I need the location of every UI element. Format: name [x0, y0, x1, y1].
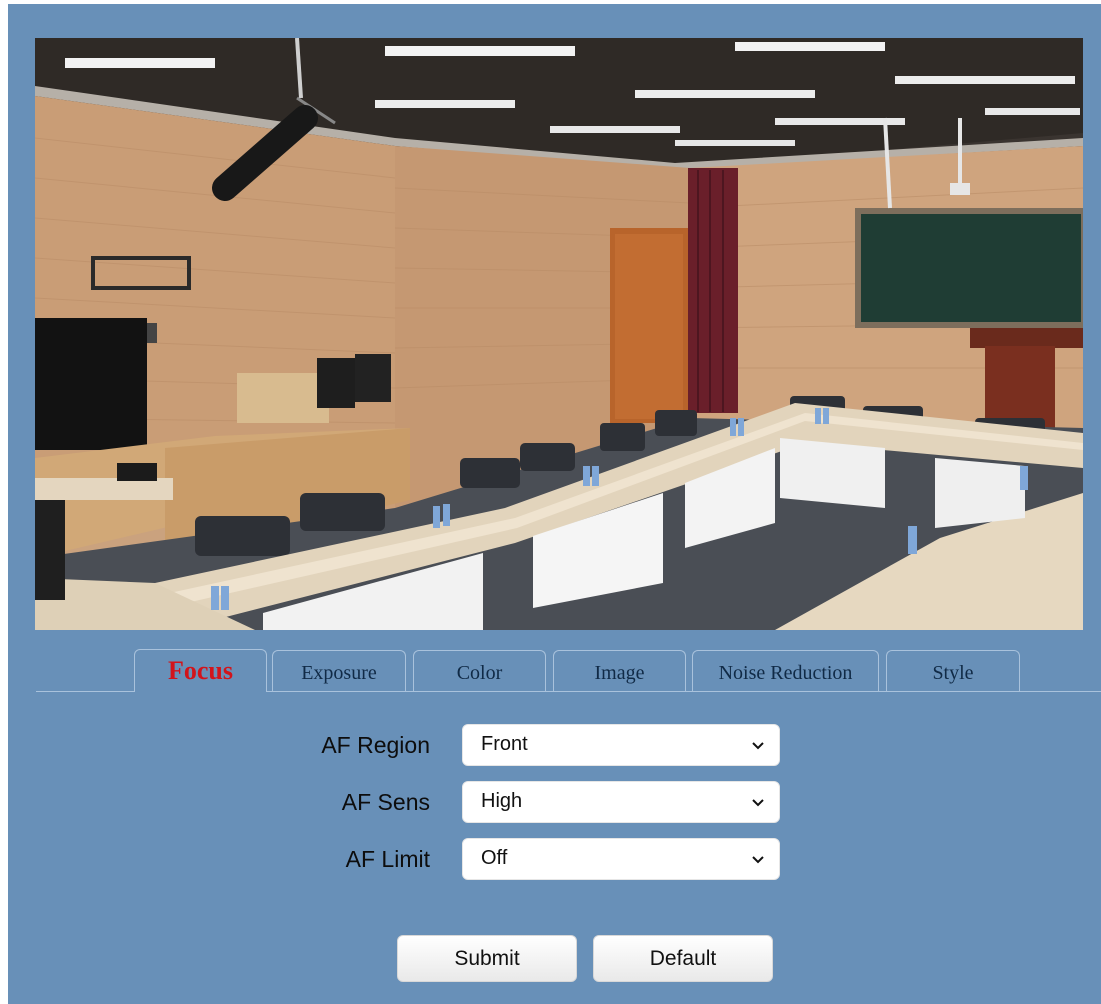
chevron-down-icon — [752, 742, 764, 750]
tab-exposure[interactable]: Exposure — [272, 650, 406, 691]
af-sens-label: AF Sens — [341, 789, 430, 815]
af-sens-select[interactable]: High — [462, 781, 780, 823]
submit-button[interactable]: Submit — [397, 935, 577, 982]
af-region-value: Front — [481, 733, 528, 755]
default-button[interactable]: Default — [593, 935, 773, 982]
tab-focus[interactable]: Focus — [134, 649, 267, 692]
af-limit-select[interactable]: Off — [462, 838, 780, 880]
tab-image[interactable]: Image — [553, 650, 686, 691]
af-sens-value: High — [481, 790, 523, 812]
af-sens-row: AF Sens High — [0, 781, 1101, 825]
af-limit-label: AF Limit — [345, 846, 430, 872]
af-limit-value: Off — [481, 847, 508, 869]
page-top-border — [0, 0, 1101, 4]
af-region-label: AF Region — [321, 732, 430, 758]
chevron-down-icon — [752, 799, 764, 807]
af-region-select[interactable]: Front — [462, 724, 780, 766]
camera-preview — [35, 38, 1083, 630]
af-limit-row: AF Limit Off — [0, 838, 1101, 882]
chevron-down-icon — [752, 856, 764, 864]
af-region-row: AF Region Front — [0, 724, 1101, 768]
camera-preview-image — [35, 38, 1083, 630]
tab-style[interactable]: Style — [886, 650, 1020, 691]
tab-noise-reduction[interactable]: Noise Reduction — [692, 650, 879, 691]
tab-color[interactable]: Color — [413, 650, 546, 691]
